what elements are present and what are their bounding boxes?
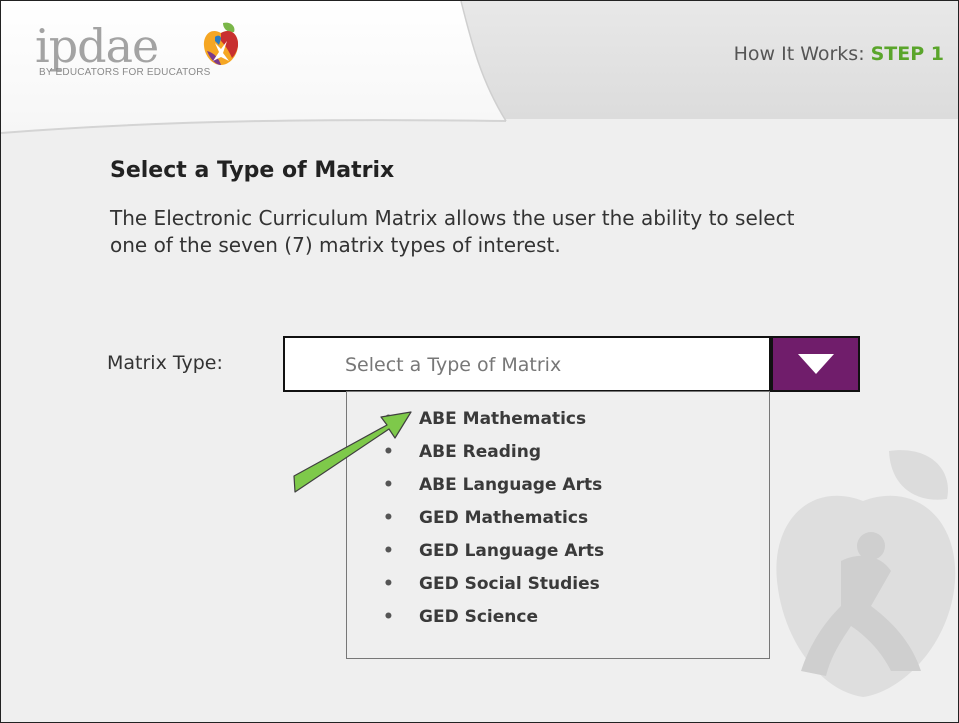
option-label: GED Mathematics [419, 508, 589, 528]
option-abe-reading[interactable]: • ABE Reading [383, 440, 604, 473]
logo-wordmark: ipdae [35, 19, 159, 73]
triangle-down-icon [797, 354, 834, 374]
option-ged-social-studies[interactable]: • GED Social Studies [383, 572, 604, 605]
option-label: GED Language Arts [419, 541, 605, 561]
option-abe-language-arts[interactable]: • ABE Language Arts [383, 473, 604, 506]
background-apple-icon [776, 450, 956, 697]
option-label: GED Science [419, 607, 538, 627]
option-ged-language-arts[interactable]: • GED Language Arts [383, 539, 604, 572]
description-text: The Electronic Curriculum Matrix allows … [110, 206, 795, 257]
option-ged-mathematics[interactable]: • GED Mathematics [383, 506, 604, 539]
page-title: Select a Type of Matrix [110, 158, 395, 183]
option-label: GED Social Studies [419, 574, 600, 594]
logo-tagline: BY EDUCATORS FOR EDUCATORS [39, 67, 211, 78]
slide: ipdae BY EDUCATORS FOR EDUCATORS How It … [0, 0, 959, 723]
option-label: ABE Reading [419, 442, 542, 462]
step-label: STEP 1 [870, 43, 944, 65]
step-heading: How It Works: STEP 1 [734, 43, 944, 65]
matrix-type-select[interactable]: Select a Type of Matrix [283, 336, 771, 392]
option-label: ABE Mathematics [419, 409, 587, 429]
select-placeholder: Select a Type of Matrix [345, 354, 562, 376]
step-prefix: How It Works: [733, 43, 865, 65]
option-abe-mathematics[interactable]: • ABE Mathematics [383, 407, 604, 440]
dropdown-toggle-button[interactable] [771, 336, 860, 392]
ipdae-logo: ipdae BY EDUCATORS FOR EDUCATORS [35, 19, 239, 78]
option-ged-science[interactable]: • GED Science [383, 605, 604, 638]
matrix-type-dropdown-list: • ABE Mathematics • ABE Reading • ABE Langu… [346, 391, 770, 659]
option-label: ABE Language Arts [419, 475, 603, 495]
matrix-type-label: Matrix Type: [107, 352, 223, 374]
apple-logo-icon [203, 22, 239, 65]
